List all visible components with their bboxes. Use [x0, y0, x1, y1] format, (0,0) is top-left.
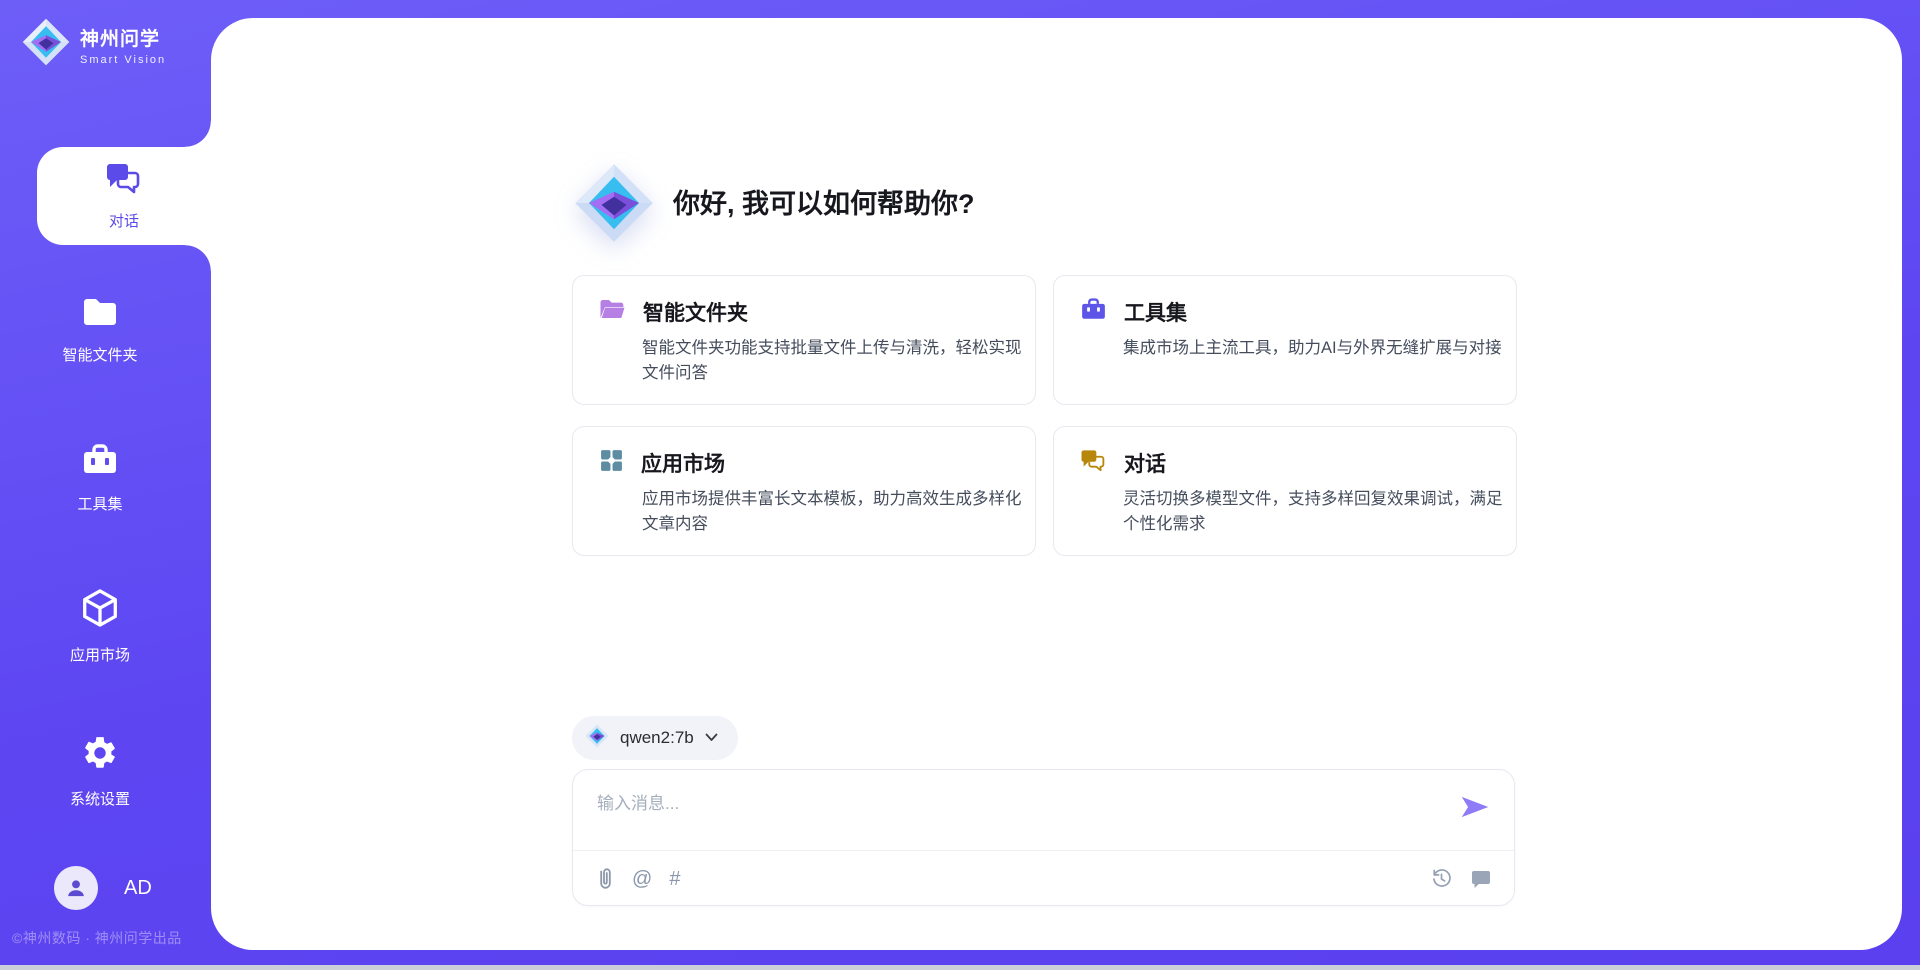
folder-open-icon — [599, 298, 626, 326]
user-name: AD — [124, 877, 152, 900]
mention-icon[interactable]: @ — [632, 869, 652, 889]
sidebar-item-settings[interactable]: 系统设置 — [0, 734, 200, 809]
user-account[interactable]: AD — [54, 866, 152, 910]
sidebar-item-label: 对话 — [109, 210, 139, 231]
card-chat[interactable]: 对话 灵活切换多模型文件，支持多样回复效果调试，满足个性化需求 — [1053, 426, 1517, 556]
card-title: 工具集 — [1124, 297, 1187, 327]
card-title: 应用市场 — [641, 448, 725, 478]
gear-icon — [81, 734, 119, 777]
chat-bubble-icon[interactable] — [1470, 869, 1492, 889]
card-description: 集成市场上主流工具，助力AI与外界无缝扩展与对接 — [1123, 336, 1505, 361]
model-selector[interactable]: qwen2:7b — [572, 716, 738, 760]
app-title: 神州问学 — [80, 24, 166, 51]
horizontal-scrollbar[interactable] — [0, 965, 1920, 970]
attachment-icon[interactable] — [595, 867, 615, 891]
card-title: 智能文件夹 — [643, 297, 748, 327]
sidebar-item-label: 工具集 — [77, 493, 122, 514]
composer-toolbar: @ # — [573, 851, 1514, 906]
model-name: qwen2:7b — [620, 728, 694, 748]
greeting-title: 你好, 我可以如何帮助你? — [673, 186, 975, 222]
chevron-down-icon — [705, 729, 718, 747]
main-panel: 你好, 我可以如何帮助你? 智能文件夹 智能文件夹功能支持批量文件上传与清洗，轻… — [211, 18, 1902, 950]
sidebar: 神州问学 Smart Vision 对话 智能文件夹 — [0, 0, 211, 970]
sidebar-item-label: 应用市场 — [70, 644, 130, 665]
card-description: 智能文件夹功能支持批量文件上传与清洗，轻松实现文件问答 — [642, 336, 1024, 386]
sidebar-item-smart-folder[interactable]: 智能文件夹 — [0, 296, 200, 365]
message-composer: @ # — [572, 769, 1515, 906]
feature-cards: 智能文件夹 智能文件夹功能支持批量文件上传与清洗，轻松实现文件问答 工具集 集成… — [572, 275, 1517, 556]
card-smart-folder[interactable]: 智能文件夹 智能文件夹功能支持批量文件上传与清洗，轻松实现文件问答 — [572, 275, 1036, 405]
chat-bubbles-icon — [105, 162, 143, 201]
folder-icon — [81, 296, 119, 333]
app-logo: 神州问学 Smart Vision — [22, 18, 166, 71]
cube-icon — [81, 588, 119, 633]
sidebar-item-app-market[interactable]: 应用市场 — [0, 588, 200, 665]
avatar — [54, 866, 98, 910]
briefcase-icon — [81, 443, 119, 482]
app-grid-icon — [599, 448, 624, 478]
model-diamond-icon — [585, 724, 609, 753]
history-icon[interactable] — [1430, 867, 1453, 890]
card-toolset[interactable]: 工具集 集成市场上主流工具，助力AI与外界无缝扩展与对接 — [1053, 275, 1517, 405]
send-icon[interactable] — [1460, 794, 1490, 824]
sidebar-item-label: 智能文件夹 — [62, 344, 137, 365]
card-title: 对话 — [1124, 448, 1166, 478]
sidebar-item-chat[interactable]: 对话 — [37, 147, 211, 245]
chat-bubbles-icon — [1080, 449, 1107, 478]
sidebar-footer: ©神州数码 · 神州问学出品 — [12, 928, 208, 948]
sidebar-item-label: 系统设置 — [70, 788, 130, 809]
sidebar-item-toolset[interactable]: 工具集 — [0, 443, 200, 514]
card-description: 应用市场提供丰富长文本模板，助力高效生成多样化文章内容 — [642, 487, 1024, 537]
card-description: 灵活切换多模型文件，支持多样回复效果调试，满足个性化需求 — [1123, 487, 1505, 537]
hero-diamond-icon — [574, 163, 654, 248]
brand-diamond-icon — [22, 18, 70, 71]
card-app-market[interactable]: 应用市场 应用市场提供丰富长文本模板，助力高效生成多样化文章内容 — [572, 426, 1036, 556]
hashtag-icon[interactable]: # — [669, 869, 680, 889]
app-subtitle: Smart Vision — [80, 54, 166, 66]
message-input[interactable] — [573, 770, 1443, 850]
toolbox-icon — [1080, 297, 1107, 327]
